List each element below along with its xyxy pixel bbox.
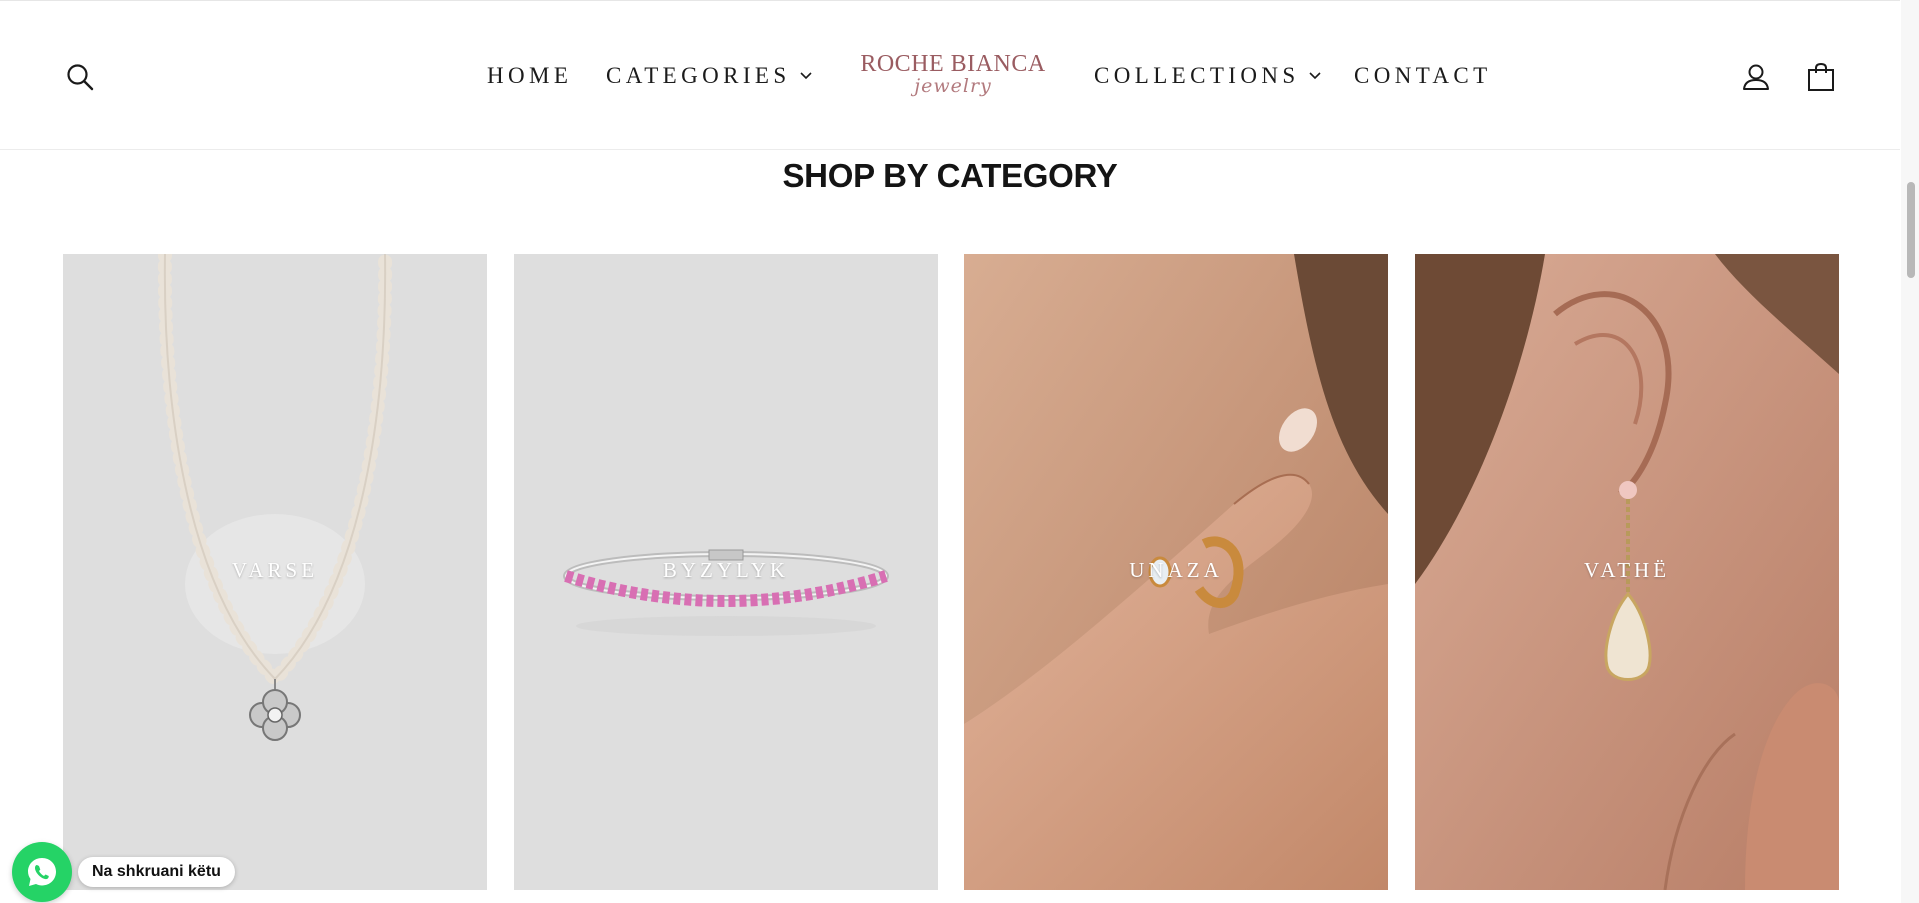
- chevron-down-icon: [1308, 71, 1322, 81]
- category-card-bracelets[interactable]: BYZYLYK: [514, 254, 938, 890]
- logo-name: ROCHE BIANCA: [860, 51, 1046, 77]
- section-title: SHOP BY CATEGORY: [782, 157, 1118, 194]
- search-icon: [67, 64, 94, 91]
- category-card-rings[interactable]: UNAZA: [964, 254, 1388, 890]
- search-button[interactable]: [60, 57, 100, 97]
- category-label: BYZYLYK: [662, 558, 790, 582]
- chevron-down-icon: [799, 71, 813, 81]
- nav-categories-label: CATEGORIES: [606, 63, 791, 88]
- scrollbar-thumb[interactable]: [1907, 182, 1915, 278]
- logo-tagline: jewelry: [914, 75, 992, 97]
- whatsapp-chat-text: Na shkruani këtu: [92, 863, 221, 880]
- category-card-earrings[interactable]: VATHË: [1415, 254, 1839, 890]
- nav-collections-label: COLLECTIONS: [1094, 63, 1300, 88]
- nav-collections-dropdown[interactable]: COLLECTIONS: [1094, 59, 1322, 93]
- nav-categories-dropdown[interactable]: CATEGORIES: [606, 59, 813, 93]
- category-label: VATHË: [1583, 558, 1671, 582]
- nav-contact-label: CONTACT: [1354, 63, 1492, 88]
- cart-button[interactable]: [1800, 57, 1842, 97]
- whatsapp-chat-bubble[interactable]: Na shkruani këtu: [78, 857, 235, 887]
- shopping-bag-icon: [1808, 62, 1834, 91]
- nav-home-label: HOME: [487, 63, 573, 88]
- account-icon: [1743, 64, 1769, 90]
- category-label: UNAZA: [1129, 558, 1223, 582]
- site-header: HOME CATEGORIES ROCHE BIANCA jewelry COL…: [0, 0, 1900, 150]
- nav-home-link[interactable]: HOME: [487, 59, 572, 93]
- site-logo[interactable]: ROCHE BIANCA jewelry: [858, 47, 1048, 109]
- category-label: VARSE: [231, 558, 319, 582]
- nav-contact-link[interactable]: CONTACT: [1354, 59, 1492, 93]
- whatsapp-chat-button[interactable]: [12, 842, 72, 902]
- category-card-necklaces[interactable]: VARSE: [63, 254, 487, 890]
- whatsapp-icon: [28, 858, 56, 886]
- account-button[interactable]: [1735, 57, 1777, 97]
- page-scrollbar[interactable]: [1901, 0, 1919, 903]
